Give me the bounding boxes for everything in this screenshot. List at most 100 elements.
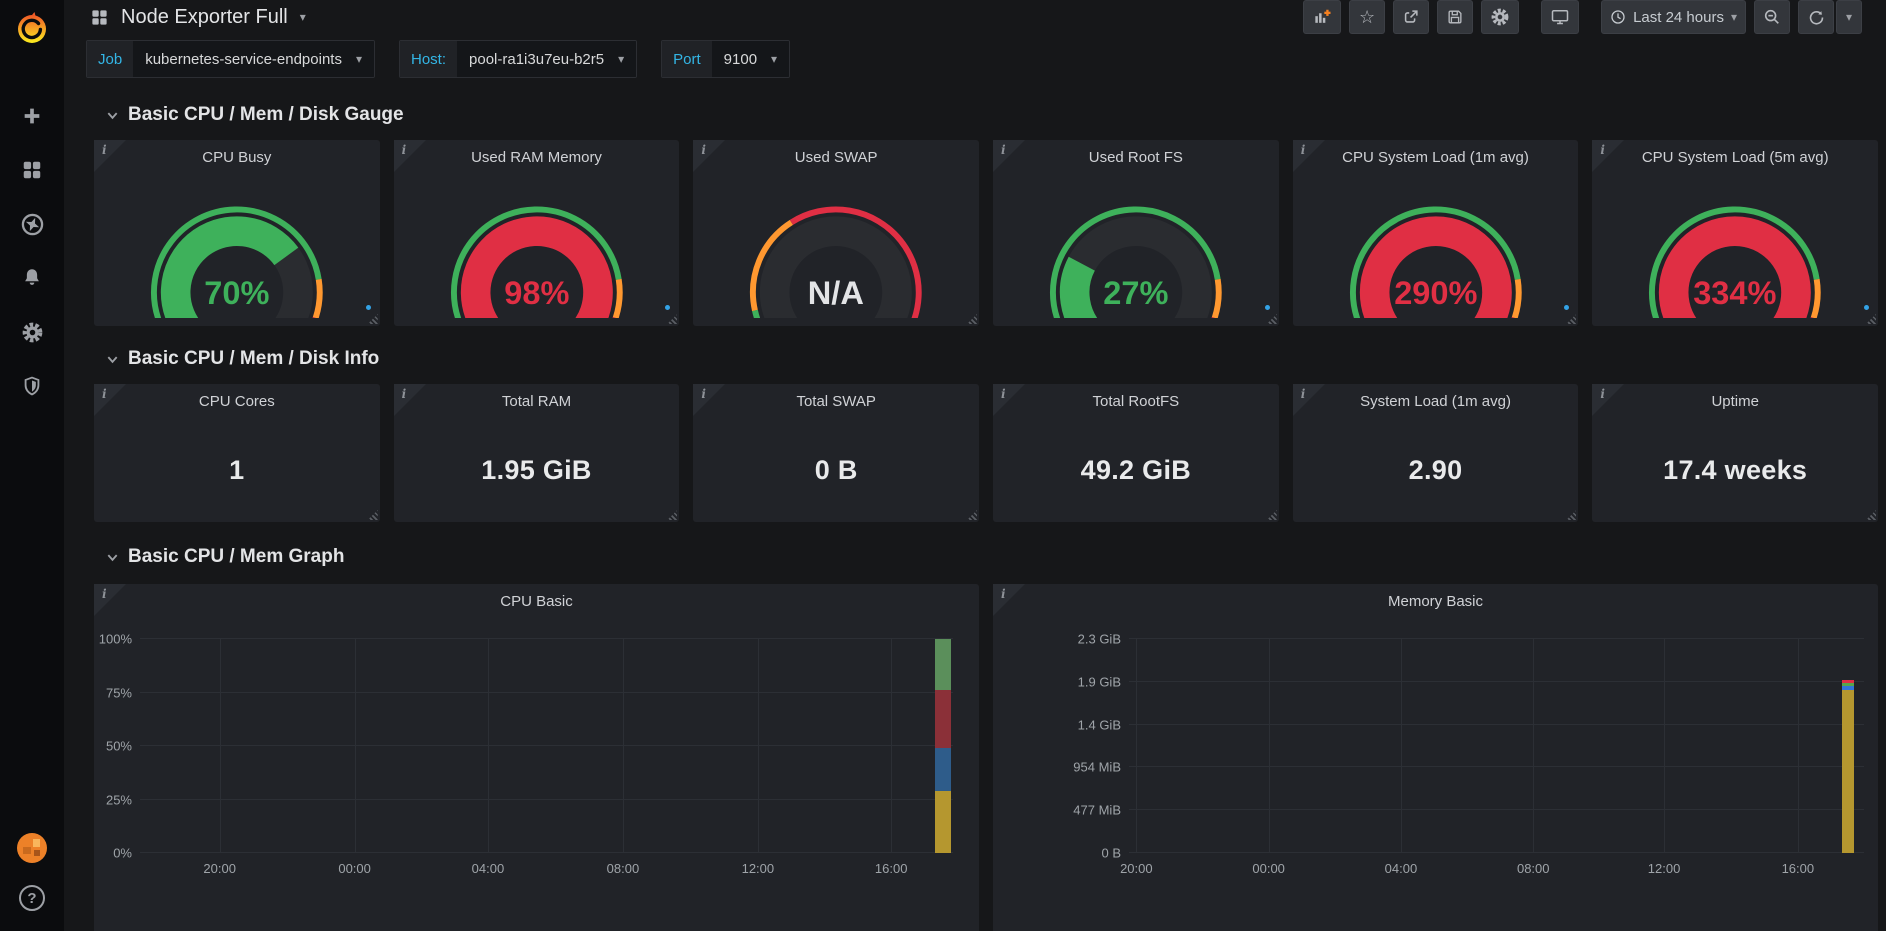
panel-info-corner[interactable] (693, 384, 725, 416)
info-icon[interactable]: i (402, 387, 407, 401)
gridline (1798, 639, 1799, 853)
panel-info-corner[interactable] (993, 384, 1025, 416)
variable-port[interactable]: Port9100▾ (661, 40, 790, 78)
server-admin-shield-icon[interactable] (20, 374, 44, 398)
panel-title[interactable]: Total RAM (394, 384, 680, 410)
panel-info-corner[interactable] (94, 140, 126, 172)
panel-info-corner[interactable] (94, 384, 126, 416)
gridline (1533, 639, 1534, 853)
panel-info-corner[interactable] (993, 584, 1025, 616)
chevron-down-icon (106, 551, 119, 564)
panel-title[interactable]: CPU Basic (94, 584, 979, 610)
info-icon[interactable]: i (1600, 143, 1605, 157)
info-icon[interactable]: i (102, 587, 107, 601)
stat-panel-uptime: iUptime17.4 weeks (1592, 384, 1878, 522)
panel-info-corner[interactable] (394, 140, 426, 172)
panel-title[interactable]: System Load (1m avg) (1293, 384, 1579, 410)
panel-info-corner[interactable] (94, 584, 126, 616)
panel-info-corner[interactable] (1592, 140, 1624, 172)
variable-host[interactable]: Host:pool-ra1i3u7eu-b2r5▾ (399, 40, 637, 78)
page-title: Node Exporter Full (121, 6, 288, 29)
toolbar: ☆ (1295, 0, 1862, 34)
y-axis-label: 50% (106, 739, 132, 754)
panel-title[interactable]: Total SWAP (693, 384, 979, 410)
panel-title[interactable]: Used RAM Memory (394, 140, 680, 166)
create-plus-icon[interactable] (20, 104, 44, 128)
panel-info-corner[interactable] (1592, 384, 1624, 416)
sidebar: ? (0, 0, 64, 931)
info-icon[interactable]: i (1301, 387, 1306, 401)
refresh-interval-caret-button[interactable]: ▾ (1836, 0, 1862, 34)
panel-info-corner[interactable] (1293, 140, 1325, 172)
star-button[interactable]: ☆ (1349, 0, 1385, 34)
gridline (1129, 852, 1864, 853)
info-icon[interactable]: i (1001, 143, 1006, 157)
panel-title[interactable]: CPU Busy (94, 140, 380, 166)
refresh-button[interactable] (1798, 0, 1834, 34)
panel-title[interactable]: Total RootFS (993, 384, 1279, 410)
variable-selected-value: 9100 (724, 51, 757, 68)
zoom-out-button[interactable] (1754, 0, 1790, 34)
info-icon[interactable]: i (1001, 587, 1006, 601)
user-avatar[interactable] (17, 833, 47, 863)
info-icon[interactable]: i (701, 387, 706, 401)
stat-value: 1.95 GiB (394, 418, 680, 522)
gridline (140, 745, 953, 746)
x-axis-label: 16:00 (1782, 861, 1815, 876)
panel-info-corner[interactable] (993, 140, 1025, 172)
dashboards-icon[interactable] (20, 158, 44, 182)
panel-info-corner[interactable] (1293, 384, 1325, 416)
title-caret-icon: ▾ (300, 10, 306, 24)
x-axis-label: 12:00 (1648, 861, 1681, 876)
series-sliver-segment-yellow-series (935, 791, 950, 853)
x-axis-label: 20:00 (203, 861, 236, 876)
panel-title[interactable]: Used SWAP (693, 140, 979, 166)
panel-info-corner[interactable] (394, 384, 426, 416)
section-header-info[interactable]: Basic CPU / Mem / Disk Info (94, 348, 1878, 370)
panel-title[interactable]: Memory Basic (993, 584, 1878, 610)
graph-panel-memory-basic: iMemory Basic0 B477 MiB954 MiB1.4 GiB1.9… (993, 584, 1878, 931)
save-button[interactable] (1437, 0, 1473, 34)
stat-value: 49.2 GiB (993, 418, 1279, 522)
gauge-value: 98% (504, 275, 569, 311)
plot-area (140, 639, 953, 853)
dashboard-title-button[interactable]: Node Exporter Full ▾ (90, 6, 306, 29)
help-icon[interactable]: ? (19, 885, 45, 911)
panel-title[interactable]: CPU Cores (94, 384, 380, 410)
share-button[interactable] (1393, 0, 1429, 34)
main-area: Node Exporter Full ▾ ☆ (64, 0, 1886, 931)
configuration-gear-icon[interactable] (20, 320, 44, 344)
panel-info-corner[interactable] (693, 140, 725, 172)
add-panel-icon (1312, 7, 1332, 27)
variable-value-dropdown[interactable]: 9100▾ (712, 41, 789, 77)
section-header-graph[interactable]: Basic CPU / Mem Graph (94, 546, 1878, 568)
info-icon[interactable]: i (1301, 143, 1306, 157)
info-icon[interactable]: i (1001, 387, 1006, 401)
info-icon[interactable]: i (701, 143, 706, 157)
variable-job[interactable]: Jobkubernetes-service-endpoints▾ (86, 40, 375, 78)
panel-title[interactable]: CPU System Load (5m avg) (1592, 140, 1878, 166)
info-icon[interactable]: i (402, 143, 407, 157)
grafana-logo[interactable] (14, 10, 50, 46)
gauge-panel-used-ram-memory: iUsed RAM Memory 98% (394, 140, 680, 326)
info-icon[interactable]: i (102, 387, 107, 401)
panel-title[interactable]: Uptime (1592, 384, 1878, 410)
settings-button[interactable] (1481, 0, 1519, 34)
gauge-value: 27% (1103, 275, 1168, 311)
gauge: N/A (693, 168, 979, 318)
time-range-picker[interactable]: Last 24 hours ▾ (1601, 0, 1746, 34)
x-axis-label: 20:00 (1120, 861, 1153, 876)
section-header-gauge[interactable]: Basic CPU / Mem / Disk Gauge (94, 104, 1878, 126)
explore-compass-icon[interactable] (20, 212, 44, 236)
stat-value: 0 B (693, 418, 979, 522)
variable-selected-value: pool-ra1i3u7eu-b2r5 (469, 51, 604, 68)
info-icon[interactable]: i (1600, 387, 1605, 401)
info-icon[interactable]: i (102, 143, 107, 157)
variable-value-dropdown[interactable]: pool-ra1i3u7eu-b2r5▾ (457, 41, 636, 77)
panel-title[interactable]: CPU System Load (1m avg) (1293, 140, 1579, 166)
alerting-bell-icon[interactable] (20, 266, 44, 290)
add-panel-button[interactable] (1303, 0, 1341, 34)
variable-value-dropdown[interactable]: kubernetes-service-endpoints▾ (133, 41, 374, 77)
cycle-view-button[interactable] (1541, 0, 1579, 34)
panel-title[interactable]: Used Root FS (993, 140, 1279, 166)
